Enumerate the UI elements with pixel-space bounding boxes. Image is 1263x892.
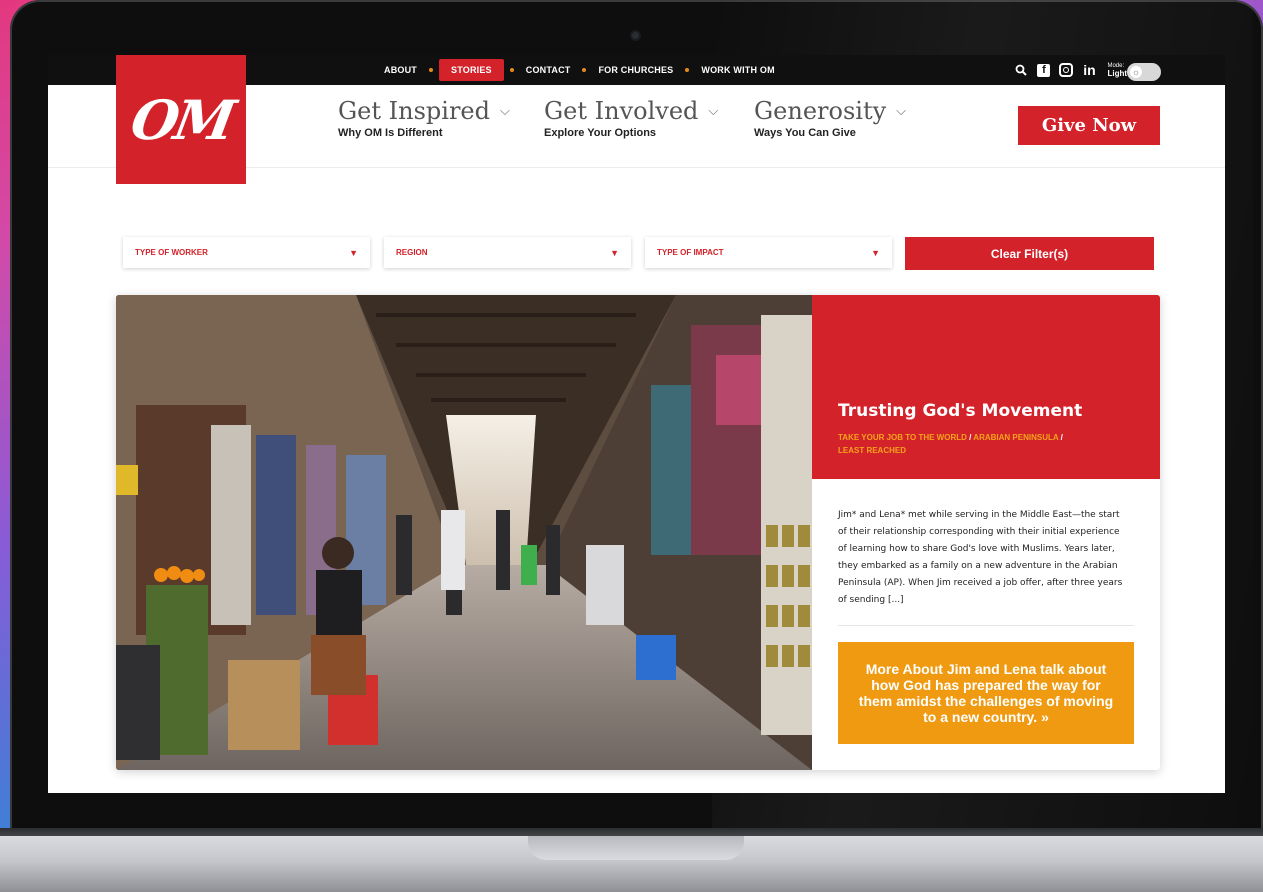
theme-toggle[interactable]: ☼ [1127, 63, 1161, 81]
utility-icons: f in Mode: Light [1014, 55, 1127, 85]
webcam-icon [632, 32, 639, 39]
read-more-button[interactable]: More About Jim and Lena talk about how G… [838, 642, 1134, 744]
nav-about-link[interactable]: ABOUT [378, 59, 423, 81]
sun-icon: ☼ [1130, 66, 1142, 78]
story-excerpt: Jim* and Lena* met while serving in the … [838, 510, 1123, 605]
caret-down-icon: ▼ [871, 247, 880, 258]
nav-for-churches-link[interactable]: FOR CHURCHES [592, 59, 679, 81]
nav-separator-dot [685, 68, 690, 72]
type-of-impact-select[interactable]: TYPE OF IMPACT ▼ [645, 237, 892, 268]
om-logo[interactable]: OM [116, 55, 246, 184]
mode-label: Mode: Light [1107, 63, 1127, 78]
laptop-notch [528, 836, 744, 860]
tag-link[interactable]: ARABIAN PENINSULA [973, 433, 1058, 442]
give-now-button[interactable]: Give Now [1018, 106, 1160, 145]
souk-illustration [116, 295, 812, 770]
linkedin-icon[interactable]: in [1082, 62, 1096, 78]
caret-down-icon: ▼ [349, 247, 358, 258]
utility-nav: ABOUT STORIES CONTACT FOR CHURCHES WORK … [378, 55, 781, 85]
nav-stories-link[interactable]: STORIES [439, 59, 504, 81]
nav-get-involved[interactable]: Get Involved ⌵ Explore Your Options [544, 97, 718, 139]
tag-link[interactable]: TAKE YOUR JOB TO THE WORLD [838, 433, 967, 442]
region-select[interactable]: REGION ▼ [384, 237, 631, 268]
search-icon[interactable] [1014, 63, 1028, 77]
facebook-icon[interactable]: f [1037, 63, 1051, 77]
tag-link[interactable]: LEAST REACHED [838, 446, 906, 455]
chevron-down-icon: ⌵ [896, 103, 907, 119]
story-card: Trusting God's Movement TAKE YOUR JOB TO… [116, 295, 1160, 770]
tag-separator: / [1060, 433, 1063, 442]
market-photo[interactable] [116, 295, 812, 770]
caret-down-icon: ▼ [610, 247, 619, 258]
clear-filters-button[interactable]: Clear Filter(s) [905, 237, 1154, 270]
nav-separator-dot [509, 68, 514, 72]
story-tags: TAKE YOUR JOB TO THE WORLD / ARABIAN PEN… [838, 431, 1138, 457]
chevron-down-icon: ⌵ [499, 103, 510, 119]
nav-contact-link[interactable]: CONTACT [520, 59, 577, 81]
story-title[interactable]: Trusting God's Movement [838, 401, 1082, 421]
story-header: Trusting God's Movement TAKE YOUR JOB TO… [812, 295, 1160, 479]
nav-work-with-om-link[interactable]: WORK WITH OM [695, 59, 780, 81]
chevron-down-icon: ⌵ [708, 103, 719, 119]
website-screen: ABOUT STORIES CONTACT FOR CHURCHES WORK … [48, 55, 1225, 793]
type-of-worker-select[interactable]: TYPE OF WORKER ▼ [123, 237, 370, 268]
nav-separator-dot [582, 68, 587, 72]
nav-separator-dot [429, 68, 433, 72]
instagram-icon[interactable] [1059, 63, 1074, 77]
divider [838, 625, 1134, 626]
nav-generosity[interactable]: Generosity ⌵ Ways You Can Give [754, 97, 906, 139]
nav-get-inspired[interactable]: Get Inspired ⌵ Why OM Is Different [338, 97, 510, 139]
